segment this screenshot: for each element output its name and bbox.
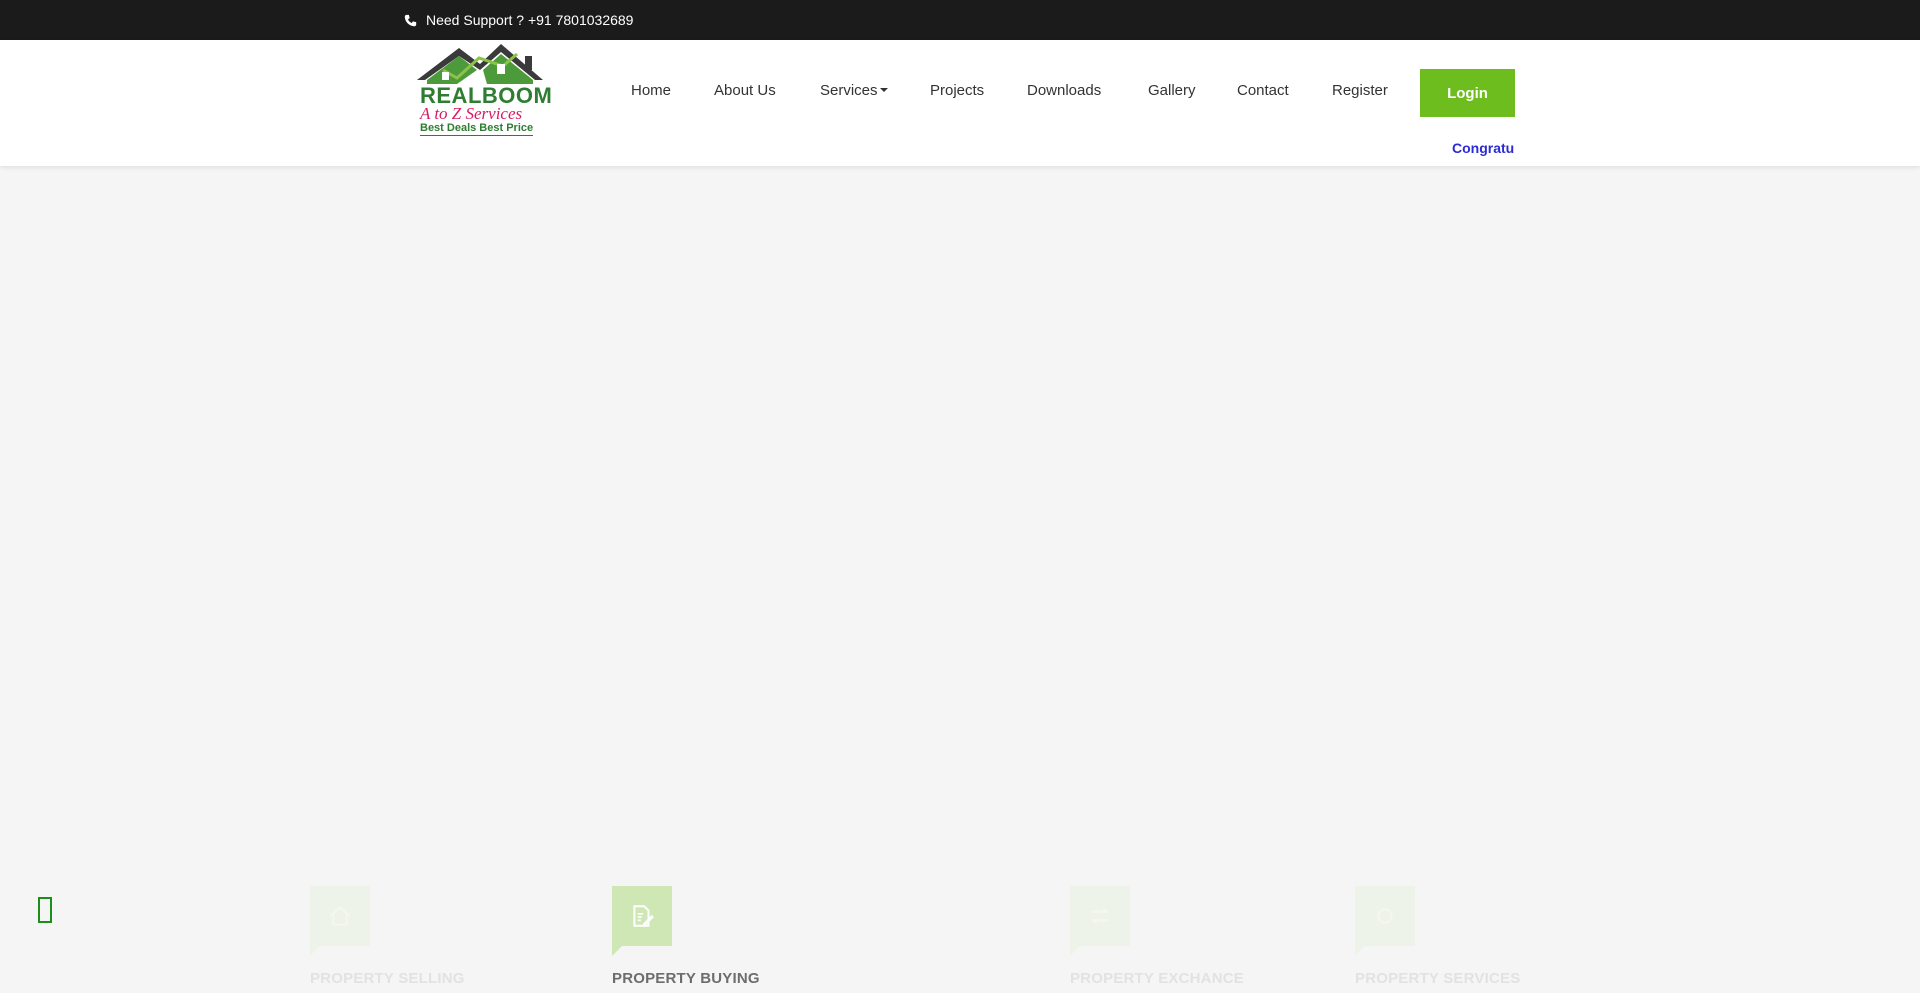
house-icon: [310, 886, 370, 946]
login-button[interactable]: Login: [1420, 69, 1515, 117]
service-title: PROPERTY BUYING: [612, 970, 760, 987]
service-title: PROPERTY SERVICES: [1355, 970, 1521, 987]
announcement-ticker[interactable]: Congratu: [1452, 140, 1514, 156]
service-property-services[interactable]: PROPERTY SERVICES: [1355, 886, 1555, 993]
whatsapp-icon[interactable]: [38, 897, 52, 923]
service-property-selling[interactable]: PROPERTY SELLING: [310, 886, 510, 993]
logo-slogan: Best Deals Best Price: [420, 122, 534, 136]
nav-about-us[interactable]: About Us: [714, 82, 776, 99]
support-text: Need Support ? +91 7801032689: [426, 12, 634, 28]
service-title: PROPERTY SELLING: [310, 970, 465, 987]
badge-tail: [612, 946, 622, 956]
logo[interactable]: REALBOOM A to Z Services Best Deals Best…: [417, 40, 552, 140]
nav-gallery[interactable]: Gallery: [1148, 82, 1196, 99]
service-property-buying[interactable]: PROPERTY BUYING: [612, 886, 812, 993]
nav-downloads[interactable]: Downloads: [1027, 82, 1101, 99]
site-header: REALBOOM A to Z Services Best Deals Best…: [0, 40, 1920, 166]
chevron-down-icon: [879, 88, 888, 92]
support-contact[interactable]: Need Support ? +91 7801032689: [404, 0, 633, 40]
nav-projects[interactable]: Projects: [930, 82, 984, 99]
nav-services-label: Services: [820, 82, 878, 99]
document-edit-icon: [612, 886, 672, 946]
badge-tail: [310, 946, 320, 956]
badge-tail: [1070, 946, 1080, 956]
nav-services[interactable]: Services: [820, 82, 888, 99]
top-bar: Need Support ? +91 7801032689: [0, 0, 1920, 40]
service-property-exchange[interactable]: PROPERTY EXCHANCE: [1070, 886, 1270, 993]
service-title: PROPERTY EXCHANCE: [1070, 970, 1244, 987]
exchange-icon: [1070, 886, 1130, 946]
nav-contact[interactable]: Contact: [1237, 82, 1289, 99]
nav-register[interactable]: Register: [1332, 82, 1388, 99]
tools-icon: [1355, 886, 1415, 946]
nav-home[interactable]: Home: [631, 82, 671, 99]
logo-tagline: A to Z Services: [420, 104, 523, 123]
phone-icon: [404, 14, 417, 27]
badge-tail: [1355, 946, 1365, 956]
